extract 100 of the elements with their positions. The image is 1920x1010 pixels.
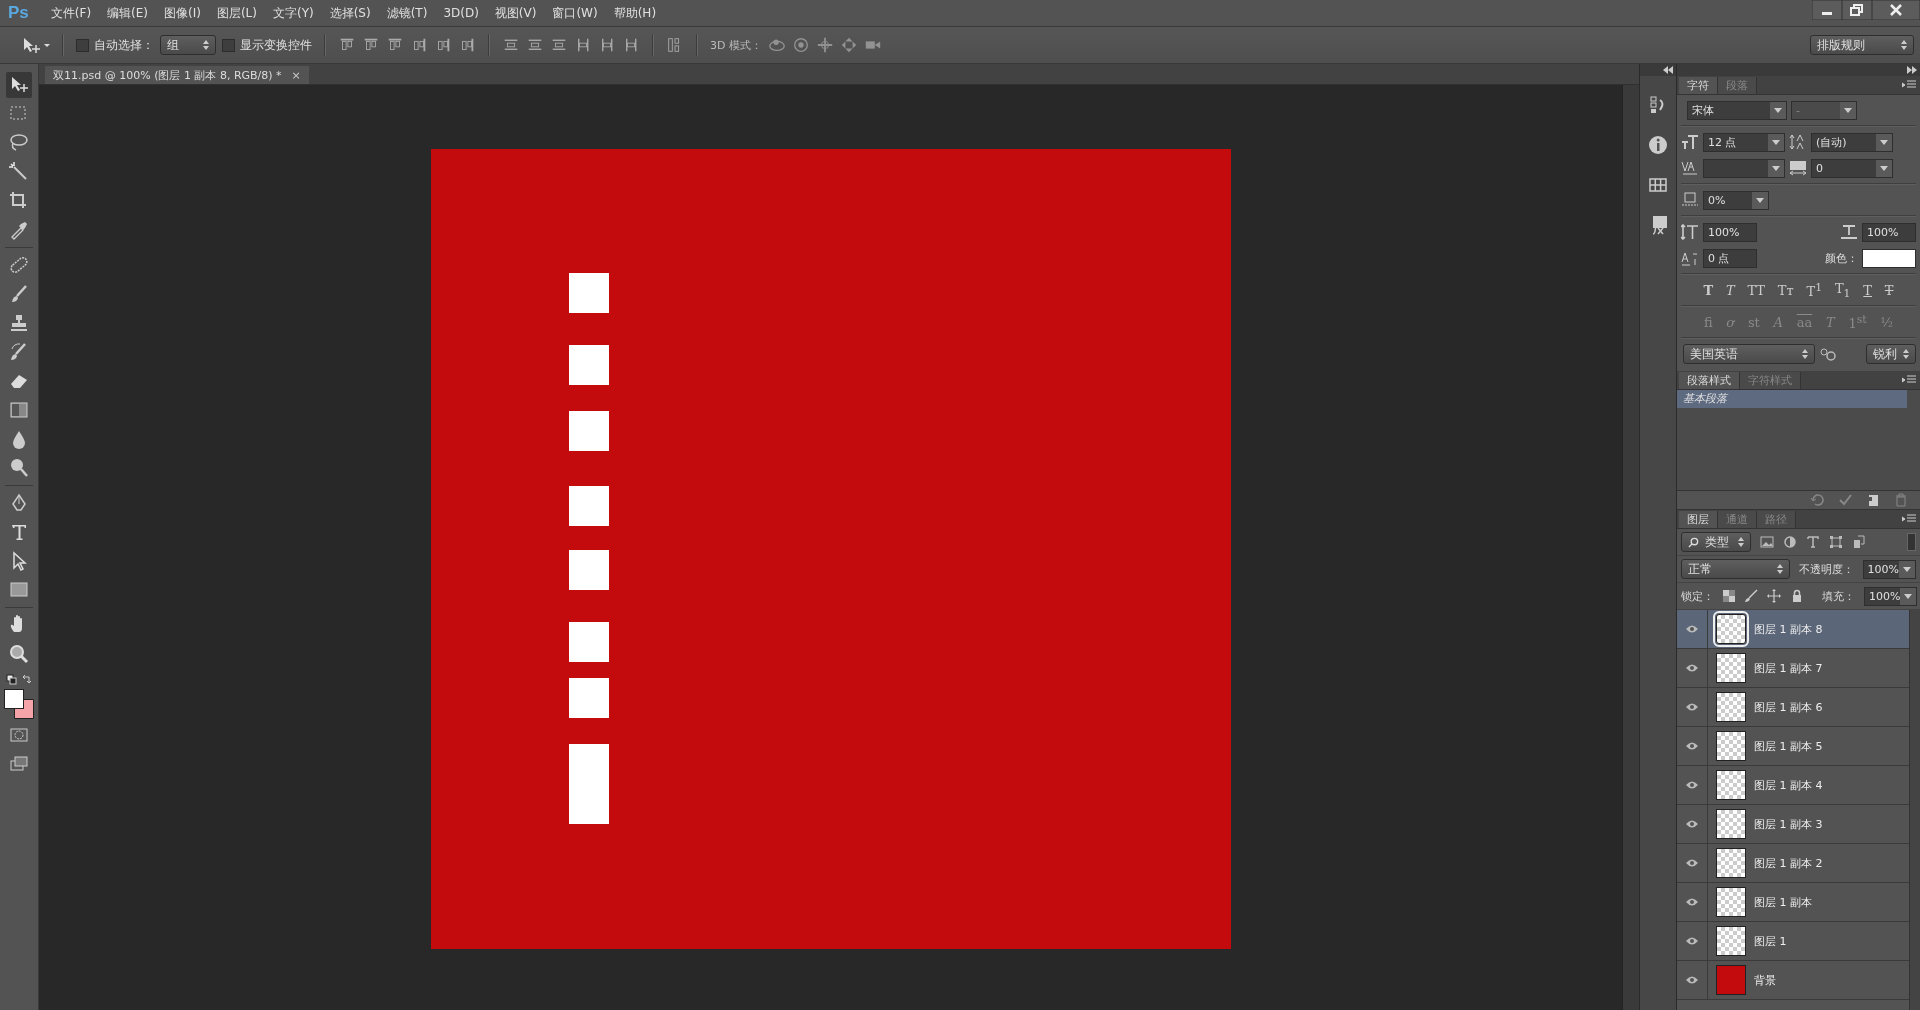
- type-style-button[interactable]: T$_{1}$: [1834, 280, 1851, 300]
- eye-icon[interactable]: [1685, 663, 1699, 673]
- menu-item[interactable]: 窗口(W): [544, 4, 606, 22]
- menu-item[interactable]: 视图(V): [486, 4, 545, 22]
- layer-row[interactable]: 图层 1: [1677, 922, 1909, 961]
- scrollbar[interactable]: [1622, 85, 1639, 1010]
- drag-3d-icon[interactable]: [815, 36, 834, 54]
- document-tab[interactable]: 双11.psd @ 100% (图层 1 副本 8, RGB/8) * ×: [45, 66, 309, 84]
- slide-3d-icon[interactable]: [839, 36, 858, 54]
- font-size-field[interactable]: 12 点: [1703, 132, 1785, 152]
- menu-item[interactable]: 图像(I): [156, 4, 209, 22]
- eye-icon[interactable]: [1685, 624, 1699, 634]
- menu-item[interactable]: 文字(Y): [265, 4, 322, 22]
- layer-row[interactable]: 背景: [1677, 961, 1909, 1000]
- checkbox[interactable]: [222, 38, 235, 52]
- kerning-field[interactable]: [1703, 158, 1785, 178]
- undo-icon[interactable]: [1810, 493, 1824, 507]
- layer-row[interactable]: 图层 1 副本 8: [1677, 610, 1909, 649]
- default-colors-icon[interactable]: [5, 674, 33, 686]
- move-tool-icon[interactable]: [6, 72, 32, 98]
- menu-item[interactable]: 编辑(E): [99, 4, 156, 22]
- updown-arrows-icon: [1903, 349, 1909, 359]
- type-style-button[interactable]: T$^{1}$: [1806, 280, 1823, 300]
- checkerboard-icon[interactable]: [1723, 590, 1735, 602]
- layer-row[interactable]: 图层 1 副本: [1677, 883, 1909, 922]
- fill-field[interactable]: 100%: [1864, 586, 1918, 606]
- layer-filter-dropdown[interactable]: 类型: [1681, 532, 1751, 552]
- font-family-dropdown[interactable]: 宋体: [1687, 100, 1787, 120]
- brush-icon[interactable]: [1744, 589, 1758, 603]
- font-size-icon: [1681, 134, 1699, 150]
- scrollbar[interactable]: [1909, 610, 1920, 1010]
- blend-mode-dropdown[interactable]: 正常: [1681, 559, 1790, 579]
- panel-menu-icon[interactable]: [1902, 80, 1916, 90]
- anti-alias-dropdown[interactable]: 锐利: [1866, 344, 1916, 364]
- menu-item[interactable]: 文件(F): [42, 4, 100, 22]
- smart-object-filter-icon[interactable]: [1852, 535, 1866, 549]
- tsume-field[interactable]: 0%: [1703, 190, 1769, 210]
- layer-row[interactable]: 图层 1 副本 4: [1677, 766, 1909, 805]
- panel-menu-icon[interactable]: [1902, 375, 1916, 385]
- type-style-button[interactable]: T: [1884, 282, 1894, 298]
- type-style-button[interactable]: Tᴛ: [1777, 282, 1794, 298]
- menu-item[interactable]: 3D(D): [435, 6, 487, 20]
- checkbox[interactable]: [76, 38, 89, 52]
- layer-row[interactable]: 图层 1 副本 3: [1677, 805, 1909, 844]
- paragraph-style-item[interactable]: 基本段落: [1677, 390, 1907, 408]
- layer-row[interactable]: 图层 1 副本 7: [1677, 649, 1909, 688]
- panel-tab[interactable]: 字符: [1679, 77, 1718, 94]
- panel-menu-icon[interactable]: [1902, 514, 1916, 524]
- new-style-icon[interactable]: [1866, 493, 1880, 507]
- eye-icon[interactable]: [1685, 741, 1699, 751]
- language-dropdown[interactable]: 美国英语: [1683, 344, 1815, 364]
- roll-3d-icon[interactable]: [791, 36, 810, 54]
- expand-icon[interactable]: [1906, 66, 1918, 74]
- menu-item[interactable]: 图层(L): [208, 4, 265, 22]
- tracking-field[interactable]: 0: [1811, 158, 1893, 178]
- move-arrows-icon[interactable]: [1767, 589, 1781, 603]
- menu-item[interactable]: 滤镜(T): [378, 4, 436, 22]
- eye-icon[interactable]: [1685, 780, 1699, 790]
- menu-item[interactable]: 选择(S): [321, 4, 379, 22]
- type-filter-icon[interactable]: [1806, 535, 1820, 549]
- panel-tab[interactable]: 图层: [1679, 511, 1718, 528]
- workspace-dropdown[interactable]: 排版规则: [1810, 35, 1914, 55]
- text-color-swatch[interactable]: [1862, 248, 1916, 268]
- restore-icon[interactable]: [1842, 0, 1872, 20]
- eye-icon[interactable]: [1685, 858, 1699, 868]
- adjustment-filter-icon[interactable]: [1783, 535, 1797, 549]
- image-filter-icon[interactable]: [1760, 535, 1774, 549]
- minimize-icon[interactable]: [1812, 0, 1842, 20]
- vertical-scale-field[interactable]: 100%: [1703, 222, 1757, 242]
- horizontal-scale-field[interactable]: 100%: [1862, 222, 1916, 242]
- background-swatch[interactable]: [14, 699, 34, 719]
- filter-toggle[interactable]: [1907, 533, 1916, 551]
- type-style-button[interactable]: T: [1725, 282, 1735, 298]
- eye-icon[interactable]: [1685, 702, 1699, 712]
- shape-filter-icon[interactable]: [1829, 535, 1843, 549]
- collapse-icon[interactable]: [1662, 66, 1674, 74]
- eye-icon[interactable]: [1685, 975, 1699, 985]
- lock-icon[interactable]: [1790, 589, 1804, 603]
- fill-label: 填充：: [1822, 588, 1855, 604]
- updown-arrows-icon: [1776, 564, 1783, 574]
- eye-icon[interactable]: [1685, 936, 1699, 946]
- menu-item[interactable]: 帮助(H): [605, 4, 665, 22]
- auto-select-dropdown[interactable]: 组: [160, 35, 216, 55]
- type-style-button[interactable]: T: [1703, 282, 1714, 298]
- baseline-shift-field[interactable]: 0 点: [1703, 248, 1757, 268]
- close-icon[interactable]: [1872, 0, 1920, 20]
- type-style-button[interactable]: T: [1863, 282, 1872, 298]
- opacity-field[interactable]: 100%: [1862, 559, 1916, 579]
- panel-tab[interactable]: 段落样式: [1679, 372, 1740, 389]
- type-style-button[interactable]: TT: [1747, 282, 1765, 298]
- foreground-swatch[interactable]: [4, 689, 24, 709]
- eye-icon[interactable]: [1685, 819, 1699, 829]
- checkmark-icon[interactable]: [1838, 493, 1852, 507]
- eye-icon[interactable]: [1685, 897, 1699, 907]
- layer-row[interactable]: 图层 1 副本 2: [1677, 844, 1909, 883]
- info-icon[interactable]: [1647, 134, 1669, 156]
- leading-field[interactable]: (自动): [1811, 132, 1893, 152]
- layer-row[interactable]: 图层 1 副本 5: [1677, 727, 1909, 766]
- caret-icon: [1756, 197, 1764, 203]
- layer-row[interactable]: 图层 1 副本 6: [1677, 688, 1909, 727]
